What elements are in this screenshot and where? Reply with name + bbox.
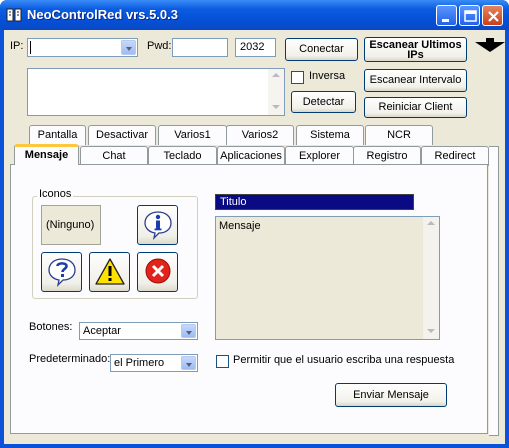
mensaje-tab-panel: Iconos (Ninguno) Titulo Mensaje Botones:… xyxy=(10,164,488,434)
close-icon xyxy=(488,11,499,22)
error-icon xyxy=(145,258,171,284)
tab-registro[interactable]: Registro xyxy=(353,146,421,166)
scan-interval-button[interactable]: Escanear Intervalo xyxy=(364,69,467,92)
minimize-icon xyxy=(442,19,449,22)
arrow-down-icon[interactable] xyxy=(475,38,505,52)
chevron-down-icon[interactable] xyxy=(181,324,196,338)
default-label: Predeterminado: xyxy=(29,353,111,365)
textarea-scrollbar[interactable] xyxy=(268,69,284,115)
selected-icon-label: (Ninguno) xyxy=(46,219,95,231)
pwd-label: Pwd: xyxy=(147,40,172,52)
tab-ncr[interactable]: NCR xyxy=(365,125,433,145)
chevron-down-icon[interactable] xyxy=(181,356,196,370)
port-field[interactable]: 2032 xyxy=(235,38,276,57)
tab-explorer[interactable]: Explorer xyxy=(285,146,354,166)
status-textarea[interactable] xyxy=(27,68,285,116)
inverse-label: Inversa xyxy=(309,70,346,82)
title-bar[interactable]: NeoControlRed vrs.5.0.3 xyxy=(0,0,509,30)
selected-icon-display: (Ninguno) xyxy=(41,205,101,245)
tab-teclado[interactable]: Teclado xyxy=(148,146,217,166)
tab-aplicaciones[interactable]: Aplicaciones xyxy=(217,146,285,166)
question-icon-button[interactable] xyxy=(41,252,82,292)
detect-button[interactable]: Detectar xyxy=(291,91,356,113)
ip-combobox[interactable] xyxy=(27,38,138,57)
connect-button[interactable]: Conectar xyxy=(285,38,358,61)
message-value: Mensaje xyxy=(219,220,261,232)
close-window-button[interactable] xyxy=(482,5,503,26)
tab-varios2[interactable]: Varios2 xyxy=(226,125,294,145)
app-window: NeoControlRed vrs.5.0.3 IP: Pwd: 2032 Co… xyxy=(0,0,509,448)
info-icon-button[interactable] xyxy=(137,205,178,245)
title-field[interactable]: Titulo xyxy=(215,194,414,210)
icons-group-label: Iconos xyxy=(37,188,74,200)
scroll-down-icon[interactable] xyxy=(272,105,280,109)
restart-client-button[interactable]: Reiniciar Client xyxy=(364,97,467,118)
question-icon xyxy=(48,258,76,287)
scan-last-ips-button[interactable]: Escanear Ultimos IPs xyxy=(364,37,467,62)
buttons-label: Botones: xyxy=(29,321,73,333)
scroll-up-icon[interactable] xyxy=(427,221,435,225)
allow-reply-checkbox[interactable] xyxy=(216,355,229,368)
scroll-down-icon[interactable] xyxy=(427,329,435,333)
port-value: 2032 xyxy=(240,41,265,53)
maximize-icon xyxy=(464,10,477,22)
tab-chat[interactable]: Chat xyxy=(80,146,148,166)
password-field[interactable] xyxy=(172,38,228,57)
chevron-down-icon[interactable] xyxy=(121,40,136,55)
default-combobox[interactable]: el Primero xyxy=(110,354,198,372)
ip-label: IP: xyxy=(10,40,24,52)
tab-varios1[interactable]: Varios1 xyxy=(158,125,227,145)
send-message-button[interactable]: Enviar Mensaje xyxy=(335,383,447,407)
buttons-value: Aceptar xyxy=(83,325,121,337)
client-area: IP: Pwd: 2032 Conectar Escanear Ultimos … xyxy=(4,30,505,444)
warning-icon-button[interactable] xyxy=(89,252,130,292)
tab-stack-edge xyxy=(489,146,499,436)
scroll-up-icon[interactable] xyxy=(272,73,280,77)
minimize-button[interactable] xyxy=(436,5,457,26)
tab-pantalla[interactable]: Pantalla xyxy=(29,125,86,145)
scan-last-ips-label-2: IPs xyxy=(407,48,424,61)
window-title: NeoControlRed vrs.5.0.3 xyxy=(27,7,178,22)
tab-mensaje[interactable]: Mensaje xyxy=(14,144,79,165)
tab-desactivar[interactable]: Desactivar xyxy=(88,125,156,145)
info-icon xyxy=(144,211,172,240)
app-icon xyxy=(6,8,22,22)
error-icon-button[interactable] xyxy=(137,252,178,292)
allow-reply-label: Permitir que el usuario escriba una resp… xyxy=(233,354,455,366)
maximize-button[interactable] xyxy=(459,5,480,26)
tab-sistema[interactable]: Sistema xyxy=(296,125,364,145)
inverse-checkbox[interactable] xyxy=(291,71,304,84)
message-scrollbar[interactable] xyxy=(423,217,439,339)
message-textarea[interactable]: Mensaje xyxy=(215,216,440,340)
text-caret xyxy=(30,41,31,54)
scan-last-ips-label-1: Escanear Ultimos xyxy=(369,38,462,51)
title-value: Titulo xyxy=(220,196,247,208)
buttons-combobox[interactable]: Aceptar xyxy=(79,322,198,340)
default-value: el Primero xyxy=(114,357,165,369)
tab-redirect[interactable]: Redirect xyxy=(421,146,489,166)
warning-icon xyxy=(95,258,125,285)
